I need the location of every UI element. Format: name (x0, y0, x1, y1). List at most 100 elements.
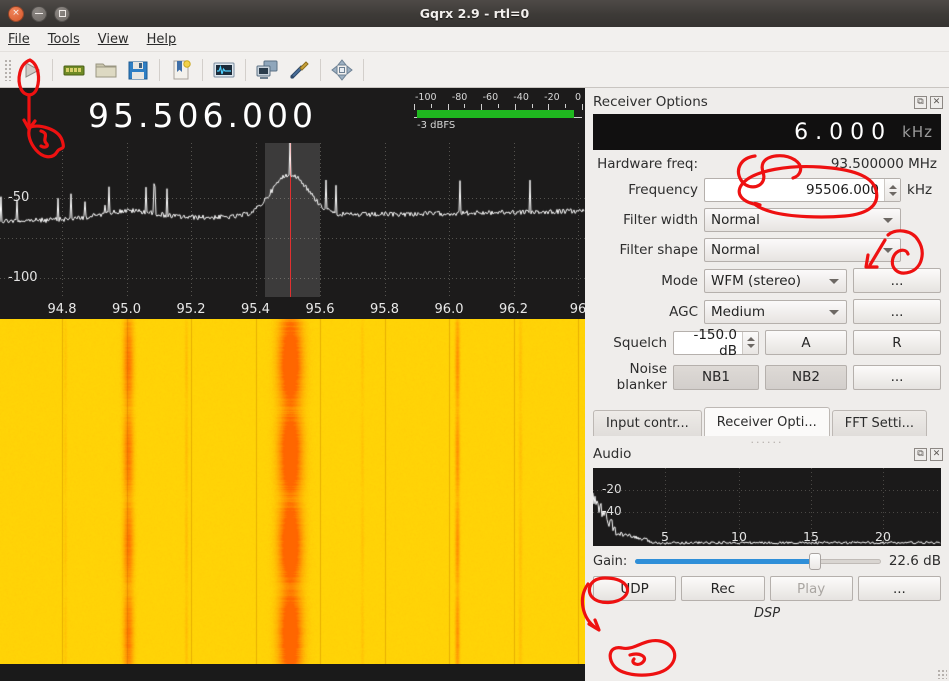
slider-handle[interactable] (808, 552, 821, 570)
audio-gain-slider[interactable] (635, 552, 881, 570)
filter-shape-value: Normal (711, 242, 760, 258)
noise-blanker-options-button[interactable]: ... (853, 364, 941, 390)
spectrum-x-tick-label: 95.8 (370, 302, 399, 317)
toolbar-drag-handle[interactable] (4, 58, 12, 81)
agc-label: AGC (669, 303, 698, 320)
toolbar-separator (202, 58, 203, 81)
window-resize-grip[interactable] (937, 669, 947, 679)
audio-spectrum-plot[interactable]: -20 -40 5 10 15 20 (593, 468, 941, 546)
slider-fill (635, 558, 815, 564)
filter-width-select[interactable]: Normal (704, 208, 901, 232)
close-window-icon[interactable]: × (8, 5, 24, 22)
filter-width-label: Filter width (623, 212, 698, 228)
toolbar-separator (363, 58, 364, 81)
float-panel-icon[interactable]: ⧉ (914, 447, 927, 461)
dock-splitter-handle[interactable]: ······ (585, 436, 949, 449)
spectrum-x-tick-label: 96.2 (499, 302, 528, 317)
maximize-window-icon[interactable] (54, 5, 70, 22)
squelch-reset-button[interactable]: R (853, 330, 941, 355)
spectrum-x-axis: 94.8 95.0 95.2 95.4 95.6 95.8 96.0 96.2 96 (0, 297, 585, 319)
meter-tick-label: -20 (544, 92, 560, 103)
meter-tick-label: -100 (415, 92, 437, 103)
udp-button[interactable]: UDP (593, 576, 677, 601)
remote-control-icon[interactable] (252, 55, 282, 85)
play-button: Play (769, 576, 853, 601)
window-title: Gqrx 2.9 - rtl=0 (419, 6, 530, 21)
spectrum-x-tick-label: 95.2 (176, 302, 206, 317)
iq-recorder-icon[interactable] (209, 55, 239, 85)
spectrum-pane[interactable]: 95.506.000 -100 -80 -60 -40 -20 0 -3 dBF (0, 88, 585, 681)
tools-settings-icon[interactable] (284, 55, 314, 85)
hardware-freq-row: Hardware freq: 93.500000 MHz (593, 156, 941, 172)
tab-fft-settings[interactable]: FFT Setti... (831, 410, 928, 436)
waterfall-canvas[interactable] (0, 319, 585, 664)
filter-width-value: Normal (711, 212, 760, 228)
frequency-readout-zone: 95.506.000 -100 -80 -60 -40 -20 0 -3 dBF (0, 88, 585, 143)
filter-shape-row: Filter shape Normal (593, 238, 941, 262)
nb1-button[interactable]: NB1 (673, 364, 759, 390)
audio-options-button[interactable]: ... (857, 576, 941, 601)
spectrum-plot[interactable]: -50 -100 94.895.095.295.495.695.896.096.… (0, 143, 585, 319)
agc-row: AGC Medium ... (593, 299, 941, 324)
squelch-value: -150.0 dB (693, 326, 737, 359)
frequency-input[interactable]: 95506.000 (704, 178, 901, 202)
squelch-auto-button[interactable]: A (765, 330, 847, 355)
tab-input-controls[interactable]: Input contr... (593, 410, 702, 436)
rec-button[interactable]: Rec (681, 576, 765, 601)
minimize-window-icon[interactable] (31, 5, 47, 22)
filter-offset-unit: kHz (902, 123, 933, 141)
main-frequency-display[interactable]: 95.506.000 (88, 96, 317, 135)
signal-meter-value: -3 dBFS (417, 120, 456, 131)
save-floppy-icon[interactable] (123, 55, 153, 85)
meter-tick-label: -80 (451, 92, 468, 103)
spectrum-x-tick-label: 95.6 (305, 302, 335, 317)
filter-shape-select[interactable]: Normal (704, 238, 901, 262)
filter-offset-value: 6.000 (794, 119, 893, 145)
signal-meter-scale: -100 -80 -60 -40 -20 0 (414, 92, 582, 103)
agc-options-button[interactable]: ... (853, 299, 941, 324)
menu-item-file[interactable]: File (8, 32, 30, 47)
window-controls: × (0, 5, 70, 22)
audio-gain-row: Gain: 22.6 dB (593, 552, 941, 570)
open-folder-icon[interactable] (91, 55, 121, 85)
audio-x-label: 10 (731, 529, 747, 544)
full-screen-icon[interactable] (327, 55, 357, 85)
filter-offset-lcd[interactable]: 6.000 kHz (593, 114, 941, 150)
audio-gain-label: Gain: (593, 553, 628, 569)
float-panel-icon[interactable]: ⧉ (914, 95, 927, 109)
receiver-options-header: Receiver Options ⧉ ✕ (585, 88, 949, 114)
spectrum-trace-canvas (0, 143, 585, 297)
chevron-down-icon (883, 248, 893, 253)
squelch-input[interactable]: -150.0 dB (673, 327, 759, 359)
tab-receiver-options[interactable]: Receiver Opti... (703, 407, 830, 436)
frequency-label: Frequency (628, 182, 698, 198)
mode-options-button[interactable]: ... (853, 268, 941, 293)
start-dsp-icon[interactable] (16, 55, 46, 85)
menu-item-help[interactable]: Help (147, 32, 177, 47)
audio-panel-title: Audio (593, 446, 632, 462)
bookmarks-icon[interactable] (166, 55, 196, 85)
chevron-down-icon (829, 278, 839, 284)
gqrx-window: × Gqrx 2.9 - rtl=0 File Tools View Help (0, 0, 949, 681)
mode-select[interactable]: WFM (stereo) (704, 268, 847, 293)
agc-select[interactable]: Medium (704, 299, 847, 324)
squelch-stepper[interactable] (742, 331, 758, 354)
waterfall-display[interactable] (0, 319, 585, 681)
meter-tick-label: 0 (574, 92, 581, 103)
menu-item-tools[interactable]: Tools (48, 32, 80, 47)
hardware-freq-value: 93.500000 MHz (830, 156, 937, 172)
frequency-stepper[interactable] (884, 179, 900, 201)
nb2-button[interactable]: NB2 (765, 364, 847, 390)
close-panel-icon[interactable]: ✕ (930, 95, 943, 109)
signal-meter-bar (414, 110, 582, 118)
spectrum-x-tick-label: 94.8 (47, 302, 77, 317)
close-panel-icon[interactable]: ✕ (930, 447, 943, 461)
device-memory-icon[interactable] (59, 55, 89, 85)
menu-help-label: Help (146, 31, 177, 47)
toolbar-separator (320, 58, 321, 81)
signal-meter-fill (417, 110, 574, 118)
frequency-unit: kHz (907, 182, 933, 198)
spectrum-x-tick-label: 95.0 (112, 302, 141, 317)
right-dock: Receiver Options ⧉ ✕ 6.000 kHz Hardware … (585, 88, 949, 681)
menu-item-view[interactable]: View (98, 32, 129, 47)
